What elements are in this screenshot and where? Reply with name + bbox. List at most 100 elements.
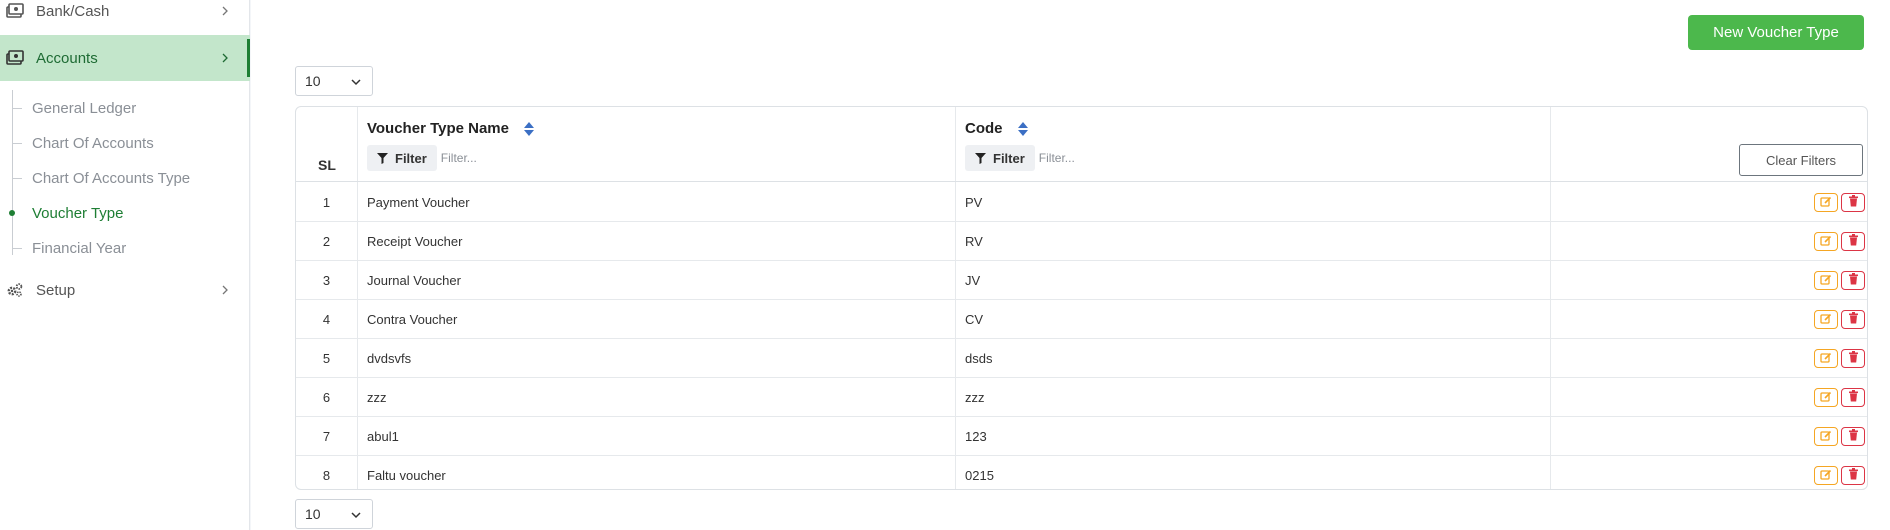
- sidebar-subitem-label: Financial Year: [32, 239, 127, 257]
- sidebar-subitem-financial-year[interactable]: Financial Year: [12, 236, 126, 260]
- edit-icon: [1820, 468, 1832, 483]
- edit-icon: [1820, 429, 1832, 444]
- filter-label: Filter: [395, 150, 427, 166]
- column-header-sl: SL: [318, 157, 336, 173]
- delete-button[interactable]: [1841, 310, 1865, 329]
- page-size-select-top[interactable]: 10: [295, 66, 373, 96]
- trash-icon: [1848, 390, 1859, 405]
- delete-button[interactable]: [1841, 427, 1865, 446]
- edit-button[interactable]: [1814, 466, 1838, 485]
- trash-icon: [1848, 312, 1859, 327]
- table-row: 6 zzz zzz: [296, 378, 1867, 417]
- table-row: 8 Faltu voucher 0215: [296, 456, 1867, 489]
- table-row: 2 Receipt Voucher RV: [296, 222, 1867, 261]
- chevron-right-icon: [222, 285, 228, 295]
- sidebar-item-accounts[interactable]: Accounts: [0, 35, 250, 81]
- sidebar-subitem-voucher-type[interactable]: Voucher Type: [9, 201, 124, 225]
- main-content: New Voucher Type 10 SL Voucher Type Name…: [251, 0, 1890, 530]
- column-header-label: Code: [965, 120, 1003, 137]
- sidebar-subitem-chart-of-accounts[interactable]: Chart Of Accounts: [12, 131, 154, 155]
- cell-code: CV: [965, 312, 984, 327]
- cell-voucher-type-name: abul1: [367, 429, 399, 444]
- cell-voucher-type-name: Payment Voucher: [367, 195, 470, 210]
- page-size-select-bottom[interactable]: 10: [295, 499, 373, 529]
- filter-icon: [975, 152, 986, 164]
- delete-button[interactable]: [1841, 271, 1865, 290]
- filter-label: Filter: [993, 150, 1025, 166]
- cell-sl: 6: [322, 390, 331, 405]
- sidebar-subitem-label: General Ledger: [32, 99, 137, 117]
- voucher-type-table: SL Voucher Type Name Filter Code Filt: [295, 106, 1868, 490]
- cell-code: 0215: [965, 468, 994, 483]
- cell-sl: 3: [322, 273, 331, 288]
- trash-icon: [1848, 429, 1859, 444]
- table-row: 4 Contra Voucher CV: [296, 300, 1867, 339]
- edit-icon: [1820, 273, 1832, 288]
- sidebar-subitem-general-ledger[interactable]: General Ledger: [12, 96, 136, 120]
- sidebar-subitem-label: Voucher Type: [32, 204, 124, 222]
- edit-button[interactable]: [1814, 193, 1838, 212]
- edit-button[interactable]: [1814, 427, 1838, 446]
- clear-filters-button[interactable]: Clear Filters: [1739, 144, 1863, 176]
- chevron-down-icon: [351, 79, 361, 86]
- name-filter-input[interactable]: [436, 146, 637, 170]
- cell-code: PV: [965, 195, 983, 210]
- sidebar-item-setup[interactable]: Setup: [0, 267, 250, 313]
- sort-icon: [1017, 121, 1028, 136]
- money-icon: [6, 2, 24, 20]
- code-filter: Filter: [965, 145, 1235, 171]
- code-filter-input[interactable]: [1034, 146, 1235, 170]
- cell-code: 123: [965, 429, 987, 444]
- column-header-code[interactable]: Code: [965, 120, 1029, 137]
- sidebar-item-label: Setup: [36, 281, 76, 299]
- sidebar-subitem-chart-of-accounts-type[interactable]: Chart Of Accounts Type: [12, 166, 190, 190]
- cell-sl: 1: [322, 195, 331, 210]
- edit-button[interactable]: [1814, 310, 1838, 329]
- table-row: 3 Journal Voucher JV: [296, 261, 1867, 300]
- edit-button[interactable]: [1814, 232, 1838, 251]
- chevron-down-icon: [351, 512, 361, 519]
- delete-button[interactable]: [1841, 232, 1865, 251]
- table-header: SL Voucher Type Name Filter Code Filt: [296, 107, 1867, 182]
- cell-sl: 5: [322, 351, 331, 366]
- edit-icon: [1820, 351, 1832, 366]
- edit-button[interactable]: [1814, 271, 1838, 290]
- cell-voucher-type-name: zzz: [367, 390, 387, 405]
- cell-sl: 4: [322, 312, 331, 327]
- active-dot: [9, 210, 15, 216]
- cell-sl: 7: [322, 429, 331, 444]
- name-filter-button[interactable]: Filter: [367, 145, 437, 171]
- cell-sl: 2: [322, 234, 331, 249]
- cell-code: dsds: [965, 351, 993, 366]
- edit-button[interactable]: [1814, 349, 1838, 368]
- table-row: 7 abul1 123: [296, 417, 1867, 456]
- sidebar-item-bank-cash[interactable]: Bank/Cash: [0, 0, 250, 34]
- delete-button[interactable]: [1841, 466, 1865, 485]
- trash-icon: [1848, 195, 1859, 210]
- code-filter-button[interactable]: Filter: [965, 145, 1035, 171]
- name-filter: Filter: [367, 145, 637, 171]
- cell-voucher-type-name: Receipt Voucher: [367, 234, 463, 249]
- edit-icon: [1820, 234, 1832, 249]
- cell-voucher-type-name: dvdsvfs: [367, 351, 412, 366]
- gears-icon: [6, 281, 24, 299]
- column-header-name[interactable]: Voucher Type Name: [367, 120, 535, 137]
- edit-button[interactable]: [1814, 388, 1838, 407]
- delete-button[interactable]: [1841, 388, 1865, 407]
- trash-icon: [1848, 351, 1859, 366]
- trash-icon: [1848, 468, 1859, 483]
- delete-button[interactable]: [1841, 349, 1865, 368]
- money-icon: [6, 49, 24, 67]
- active-indicator: [247, 39, 250, 77]
- sidebar-subitem-label: Chart Of Accounts: [32, 134, 154, 152]
- cell-code: JV: [965, 273, 981, 288]
- new-voucher-type-button[interactable]: New Voucher Type: [1688, 15, 1864, 50]
- edit-icon: [1820, 312, 1832, 327]
- delete-button[interactable]: [1841, 193, 1865, 212]
- chevron-right-icon: [222, 6, 228, 16]
- sidebar-subitem-label: Chart Of Accounts Type: [32, 169, 191, 187]
- sidebar-item-label: Accounts: [36, 49, 98, 67]
- edit-icon: [1820, 390, 1832, 405]
- sidebar: Bank/Cash Accounts General Ledger Chart …: [0, 0, 250, 530]
- edit-icon: [1820, 195, 1832, 210]
